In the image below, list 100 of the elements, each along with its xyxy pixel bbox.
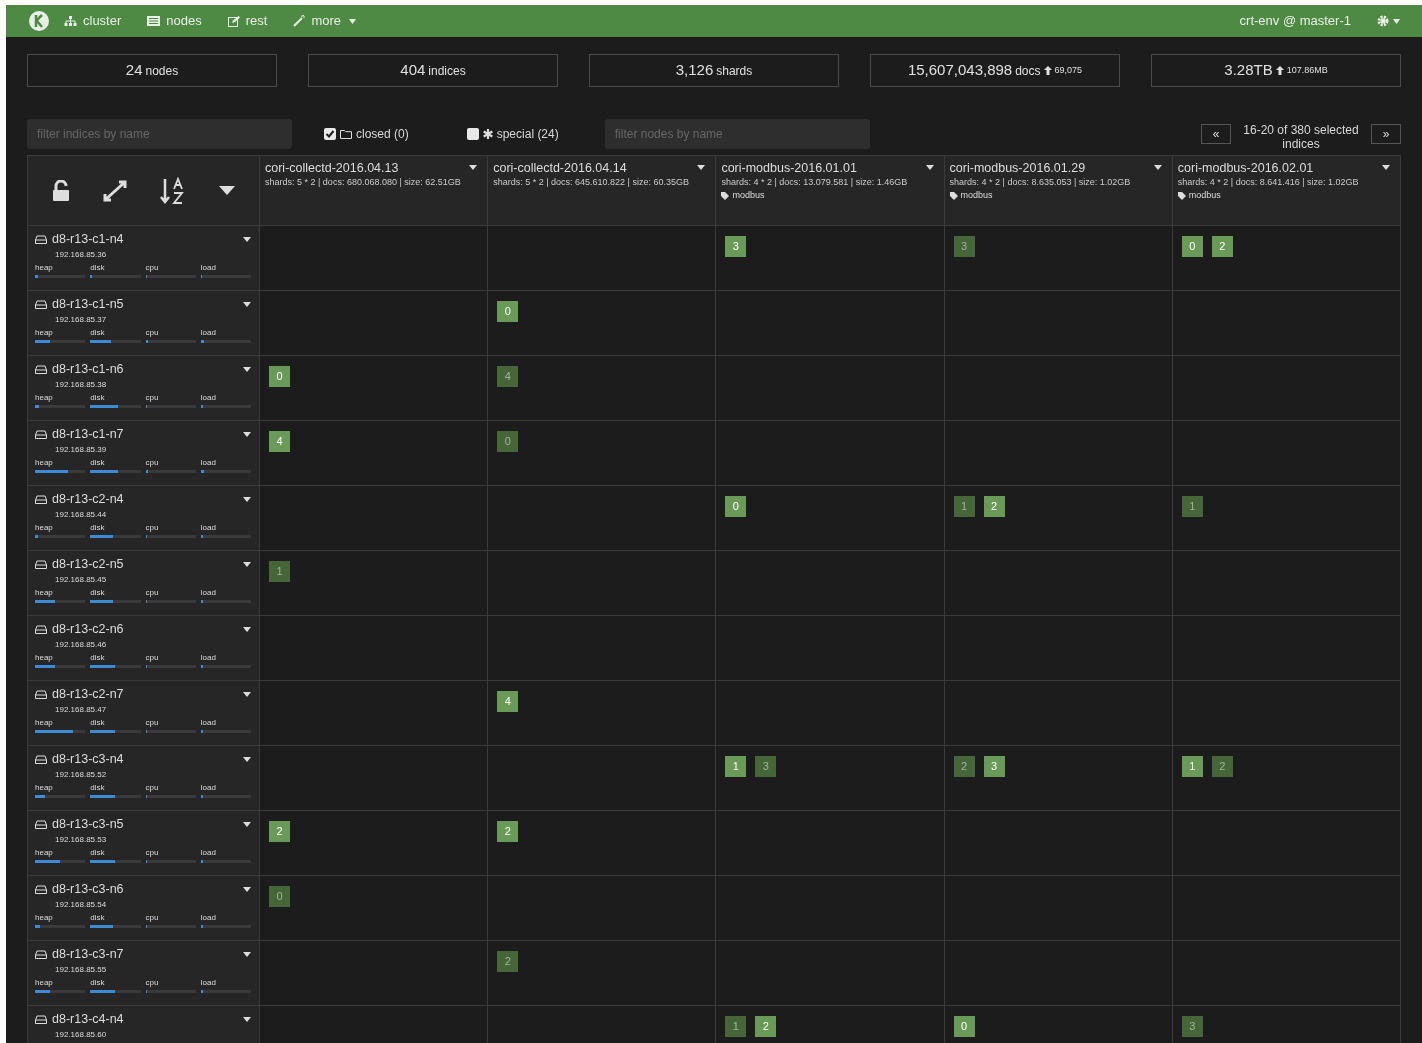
shard-tile[interactable]: 0: [1181, 236, 1203, 257]
settings-menu[interactable]: [1377, 15, 1400, 27]
expand-icon[interactable]: [103, 179, 128, 202]
next-page-button[interactable]: »: [1371, 123, 1401, 144]
shard-tile[interactable]: 2: [497, 951, 519, 972]
caret-icon[interactable]: [243, 886, 251, 892]
shard-tile[interactable]: 2: [1211, 756, 1233, 777]
hierarchy-icon: [64, 15, 77, 27]
node-name[interactable]: d8-r13-c1-n5: [52, 297, 124, 311]
caret-icon[interactable]: [243, 366, 251, 372]
metric-label: disk: [90, 587, 106, 598]
shard-tile[interactable]: 4: [269, 431, 290, 452]
node-filter-field[interactable]: filter nodes by name: [604, 118, 870, 149]
shard-tile[interactable]: 0: [269, 886, 290, 907]
shard-tile[interactable]: 4: [497, 366, 519, 387]
metric-label: load: [200, 977, 217, 988]
shard-tile[interactable]: 2: [953, 756, 975, 777]
hard-drive-icon: [35, 364, 47, 374]
metric-label: cpu: [145, 587, 160, 598]
stat-value: 3.28TB: [1224, 60, 1273, 81]
index-name[interactable]: cori-modbus-2016.01.01: [721, 161, 857, 175]
caret-icon[interactable]: [218, 186, 235, 195]
shard-tile[interactable]: 2: [755, 1016, 777, 1037]
caret-icon[interactable]: [1153, 165, 1162, 170]
shard-tile[interactable]: 3: [953, 236, 975, 257]
index-name[interactable]: cori-modbus-2016.01.29: [949, 161, 1086, 175]
caret-icon: [1393, 18, 1400, 24]
caret-icon[interactable]: [243, 821, 251, 827]
caret-icon[interactable]: [243, 691, 251, 697]
node-name[interactable]: d8-r13-c2-n5: [52, 557, 124, 571]
shard-tile[interactable]: 3: [983, 756, 1005, 777]
node-name[interactable]: d8-r13-c1-n6: [52, 362, 124, 376]
shard-tile[interactable]: 3: [755, 756, 777, 777]
node-name[interactable]: d8-r13-c4-n4: [52, 1012, 124, 1026]
caret-icon[interactable]: [243, 301, 251, 307]
node-name[interactable]: d8-r13-c1-n7: [52, 427, 124, 441]
index-name[interactable]: cori-collectd-2016.04.13: [265, 161, 399, 175]
shard-tile[interactable]: 4: [497, 691, 519, 712]
shard-tile[interactable]: 1: [269, 561, 290, 582]
shard-tile[interactable]: 0: [953, 1016, 975, 1037]
shard-tile[interactable]: 1: [725, 1016, 747, 1037]
shard-tile[interactable]: 1: [725, 756, 747, 777]
checkbox[interactable]: [324, 127, 336, 140]
caret-icon[interactable]: [243, 236, 251, 242]
shard-tile[interactable]: 2: [497, 821, 519, 842]
caret-icon[interactable]: [243, 951, 251, 957]
stat-unit: nodes: [145, 62, 179, 80]
shard-tile[interactable]: 3: [1181, 1016, 1203, 1037]
shard-tile[interactable]: 1: [1181, 756, 1203, 777]
node-name[interactable]: d8-r13-c3-n7: [52, 947, 124, 961]
node-name[interactable]: d8-r13-c3-n4: [52, 752, 124, 766]
metric-label: load: [200, 782, 217, 793]
caret-icon[interactable]: [469, 165, 478, 170]
checkbox[interactable]: [466, 127, 479, 140]
shard-tile[interactable]: 3: [725, 236, 747, 257]
shard-tile[interactable]: 0: [497, 301, 519, 322]
caret-icon[interactable]: [697, 165, 706, 170]
node-name[interactable]: d8-r13-c3-n5: [52, 817, 124, 831]
node-name[interactable]: d8-r13-c1-n4: [52, 232, 124, 246]
caret-icon[interactable]: [243, 626, 251, 632]
metric-label: load: [200, 327, 217, 338]
special-checkbox[interactable]: special (24): [466, 124, 559, 143]
index-filter-field[interactable]: filter indices by name: [27, 118, 292, 149]
node-name[interactable]: d8-r13-c2-n7: [52, 687, 124, 701]
shard-tile[interactable]: 2: [269, 821, 290, 842]
sort-icon[interactable]: [159, 176, 186, 205]
shard-tile[interactable]: 1: [1181, 496, 1203, 517]
shard-tile[interactable]: 0: [725, 496, 747, 517]
caret-icon[interactable]: [243, 756, 251, 762]
nav-link[interactable]: nodes: [147, 11, 202, 31]
nav-link[interactable]: rest: [227, 11, 268, 31]
metric-label: disk: [90, 457, 106, 468]
edit-icon: [227, 15, 240, 27]
previous-page-button[interactable]: «: [1201, 123, 1231, 144]
index-name[interactable]: cori-collectd-2016.04.14: [493, 161, 627, 175]
shard-tile[interactable]: 2: [1211, 236, 1233, 257]
unlock-icon[interactable]: [52, 179, 71, 202]
metric-label: heap: [35, 522, 54, 533]
caret-icon[interactable]: [243, 496, 251, 502]
metric-label: disk: [90, 717, 106, 728]
caret-icon[interactable]: [1382, 165, 1390, 170]
caret-icon[interactable]: [243, 1016, 251, 1022]
nav-link[interactable]: more: [293, 11, 356, 31]
node-name[interactable]: d8-r13-c2-n4: [52, 492, 124, 506]
logo-icon[interactable]: [28, 10, 50, 32]
caret-icon[interactable]: [243, 561, 251, 567]
caret-icon[interactable]: [925, 165, 934, 170]
closed-checkbox[interactable]: closed (0): [324, 124, 409, 143]
index-info: shards: 5 * 2 | docs: 680.068.080 | size: 62.51GB: [265, 176, 462, 189]
nav-link[interactable]: cluster: [64, 11, 122, 31]
shard-tile[interactable]: 0: [497, 431, 519, 452]
node-name[interactable]: d8-r13-c3-n6: [52, 882, 124, 896]
shard-tile[interactable]: 1: [953, 496, 975, 517]
stat-value: 24: [125, 60, 143, 81]
metric-label: load: [200, 912, 217, 923]
caret-icon[interactable]: [243, 431, 251, 437]
index-name[interactable]: cori-modbus-2016.02.01: [1177, 161, 1314, 175]
shard-tile[interactable]: 2: [983, 496, 1005, 517]
shard-tile[interactable]: 0: [269, 366, 290, 387]
node-name[interactable]: d8-r13-c2-n6: [52, 622, 124, 636]
